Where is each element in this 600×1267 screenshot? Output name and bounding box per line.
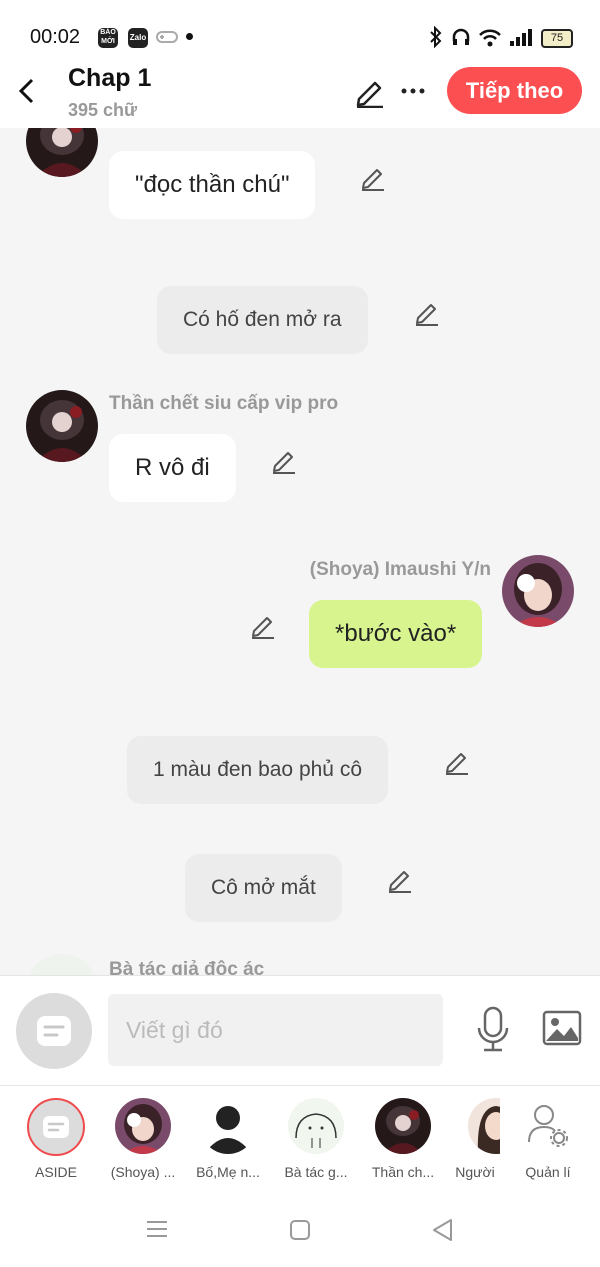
nguoi-avatar: [468, 1098, 500, 1154]
edit-message-icon[interactable]: [414, 300, 440, 326]
chapter-title: Chap 1: [68, 64, 152, 92]
sender-name: Thần chết siu cấp vip pro: [109, 393, 339, 414]
character-name: Người: [455, 1164, 495, 1180]
system-nav-bar: [0, 1187, 600, 1267]
more-options-icon[interactable]: [401, 87, 425, 95]
character-portrait-dark: [375, 1098, 431, 1154]
aside-avatar: [27, 1098, 85, 1156]
manage-characters-button[interactable]: Quản lí: [508, 1096, 588, 1182]
character-bar: ASIDE (Shoya) ... Bố,Mẹ n... Bà tác g...…: [0, 1085, 600, 1188]
character-name: ASIDE: [34, 1164, 77, 1180]
narration-bubble[interactable]: Cô mở mắt: [185, 854, 342, 922]
character-name: Bố,Mẹ n...: [196, 1164, 260, 1180]
chat-area[interactable]: "đọc thần chú" Có hố đen mở ra Thần chết…: [0, 128, 600, 975]
message-icon: [43, 1116, 69, 1138]
sender-name: (Shoya) Imaushi Y/n: [309, 559, 491, 580]
ba-tac-gia-avatar: [288, 1098, 344, 1154]
wifi-icon: [479, 29, 501, 47]
sender-name: Bà tác giả độc ác: [109, 959, 265, 975]
bluetooth-icon: [430, 26, 442, 48]
character-name: Bà tác g...: [284, 1164, 348, 1180]
avatar-shoya[interactable]: [502, 555, 574, 627]
silhouette-icon: [204, 1106, 252, 1154]
zalo-app-icon: Zalo: [128, 28, 148, 48]
battery-indicator: 75: [541, 29, 573, 48]
narration-bubble[interactable]: 1 màu đen bao phủ cô: [127, 736, 388, 804]
input-bar: [0, 975, 600, 1086]
character-bo-me[interactable]: Bố,Mẹ n...: [188, 1096, 268, 1182]
header: Chap 1 395 chữ Tiếp theo: [0, 60, 600, 128]
home-icon[interactable]: [289, 1219, 311, 1241]
than-chet-avatar: [375, 1098, 431, 1154]
edit-message-icon[interactable]: [387, 867, 413, 893]
microphone-icon[interactable]: [476, 1006, 510, 1054]
avatar-ba-tac-gia[interactable]: [26, 954, 98, 975]
message-input[interactable]: [108, 994, 443, 1066]
signal-icon: [510, 29, 532, 46]
avatar-than-chet[interactable]: [26, 390, 98, 462]
character-nguoi[interactable]: Người: [450, 1096, 500, 1182]
recent-apps-icon[interactable]: [146, 1220, 168, 1238]
status-time: 00:02: [30, 26, 81, 48]
aside-toggle-button[interactable]: [16, 993, 92, 1069]
edit-message-icon[interactable]: [444, 749, 470, 775]
character-name: (Shoya) ...: [110, 1164, 176, 1180]
character-shoya[interactable]: (Shoya) ...: [103, 1096, 183, 1182]
gamepad-icon: [156, 31, 178, 43]
character-portrait-dark: [26, 128, 98, 177]
image-icon[interactable]: [542, 1010, 582, 1046]
message-bubble[interactable]: "đọc thần chú": [109, 151, 316, 219]
character-portrait-anime-girl: [502, 555, 574, 627]
baomoi-app-icon: BÁO MỚI: [98, 28, 118, 48]
headphones-icon: [452, 28, 470, 45]
back-nav-icon[interactable]: [431, 1218, 453, 1242]
edit-message-icon[interactable]: [360, 165, 386, 191]
character-portrait-anime-girl: [115, 1098, 171, 1154]
message-bubble[interactable]: R vô đi: [109, 434, 236, 502]
avatar-than-chet[interactable]: [26, 128, 98, 177]
word-count: 395 chữ: [68, 100, 138, 120]
doodle-face-icon: [295, 1113, 337, 1148]
user-settings-icon: [528, 1105, 568, 1147]
next-button[interactable]: Tiếp theo: [447, 67, 582, 114]
own-message-bubble[interactable]: *bước vào*: [309, 600, 483, 668]
character-portrait-girl: [477, 1106, 500, 1154]
shoya-avatar: [115, 1098, 171, 1154]
character-name: Thần ch...: [371, 1164, 435, 1180]
narration-bubble[interactable]: Có hố đen mở ra: [157, 286, 368, 354]
edit-message-icon[interactable]: [271, 448, 297, 474]
edit-title-icon[interactable]: [354, 76, 386, 108]
back-icon[interactable]: [16, 78, 38, 104]
message-icon: [37, 1016, 71, 1046]
character-ba-tac-gia[interactable]: Bà tác g...: [276, 1096, 356, 1182]
character-than-chet[interactable]: Thần ch...: [363, 1096, 443, 1182]
edit-message-icon[interactable]: [250, 613, 276, 639]
notification-dot: [186, 33, 193, 40]
character-aside[interactable]: ASIDE: [16, 1096, 96, 1182]
bo-me-avatar: [200, 1098, 256, 1154]
character-name: Quản lí: [525, 1164, 571, 1180]
character-portrait-dark: [26, 390, 98, 462]
